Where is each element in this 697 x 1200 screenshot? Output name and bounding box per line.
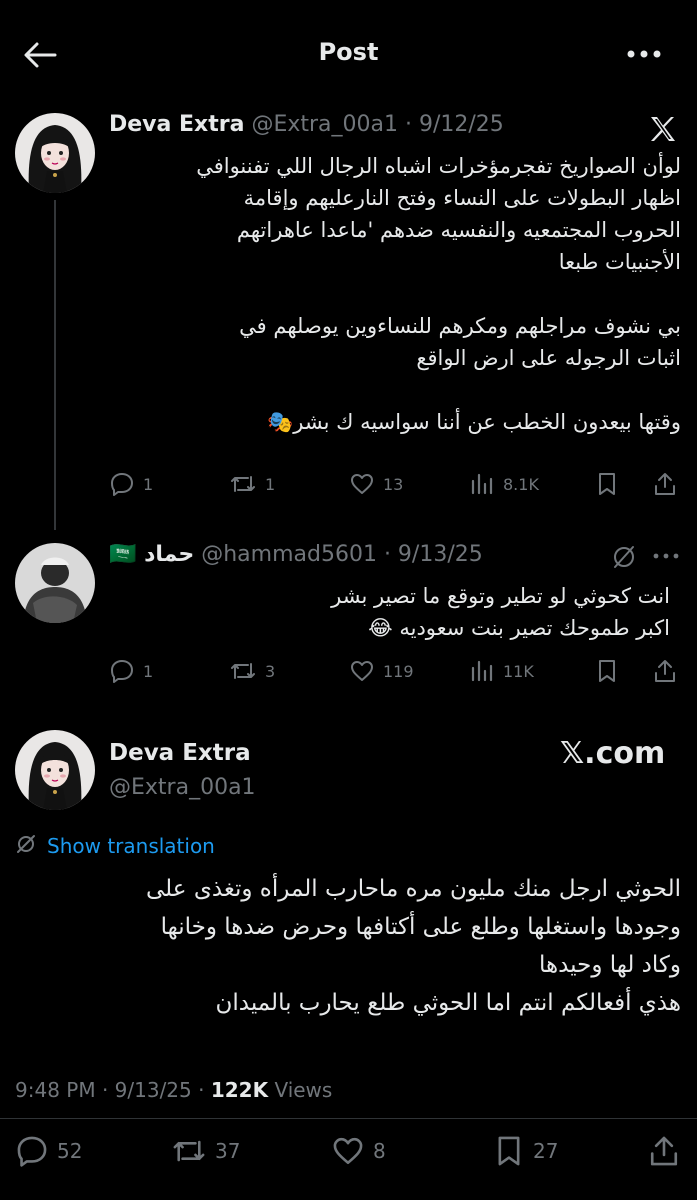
display-name[interactable]: Deva Extra — [109, 112, 244, 137]
like-count: 13 — [383, 474, 404, 494]
more-options-icon[interactable] — [624, 44, 664, 64]
reply-count: 52 — [57, 1139, 83, 1163]
action-bar: 1 3 119 11K — [109, 658, 679, 688]
repost-button[interactable]: 3 — [229, 658, 275, 684]
top-bar: Post — [0, 0, 697, 92]
heart-icon — [349, 471, 375, 497]
avatar[interactable] — [15, 730, 95, 810]
handle-date[interactable]: @Extra_00a1 · 9/12/25 — [251, 112, 503, 137]
bookmark-icon — [493, 1134, 525, 1168]
page-title: Post — [318, 38, 379, 66]
reply-icon — [109, 658, 135, 684]
views-icon — [469, 658, 495, 684]
timestamp[interactable]: 9:48 PM · 9/13/25 · — [15, 1078, 211, 1102]
share-button[interactable] — [652, 471, 678, 497]
share-button[interactable] — [647, 1134, 681, 1168]
views-count: 122K — [210, 1078, 269, 1102]
repost-count: 1 — [265, 474, 276, 494]
flag-icon: 🇸🇦 — [109, 542, 137, 567]
bookmark-icon — [595, 658, 619, 684]
views-count: 8.1K — [503, 474, 539, 494]
display-name[interactable]: Deva Extra — [109, 740, 251, 766]
like-button[interactable]: 8 — [331, 1134, 386, 1168]
watermark-logo: 𝕏.com — [560, 736, 666, 771]
reply-button[interactable]: 52 — [15, 1134, 82, 1168]
handle[interactable]: @Extra_00a1 — [109, 775, 256, 800]
repost-icon — [171, 1134, 207, 1168]
bookmark-button[interactable] — [595, 471, 619, 497]
reply-icon — [15, 1134, 49, 1168]
bookmark-button[interactable] — [595, 658, 619, 684]
bookmark-button[interactable]: 27 — [493, 1134, 558, 1168]
tweet-text: انت كحوثي لو تطير وتوقع ما تصير بشر اكبر… — [331, 584, 670, 640]
reply-icon — [109, 471, 135, 497]
avatar[interactable] — [15, 543, 95, 623]
repost-icon — [229, 471, 257, 497]
like-count: 119 — [383, 661, 414, 681]
show-translation-label: Show translation — [47, 834, 215, 858]
repost-count: 37 — [215, 1139, 241, 1163]
repost-count: 3 — [265, 661, 276, 681]
x-logo-icon — [648, 114, 678, 148]
thread-line — [54, 200, 56, 530]
handle-date[interactable]: @hammad5601 · 9/13/25 — [201, 542, 483, 567]
tweet-header: Deva Extra @Extra_00a1 · 9/12/25 — [109, 112, 504, 137]
main-tweet-text: الحوثي ارجل منك مليون مره ماحارب المرأه … — [146, 876, 681, 1016]
share-icon — [652, 658, 678, 684]
views-button[interactable]: 11K — [469, 658, 534, 684]
tweet-meta: 9:48 PM · 9/13/25 · 122K Views — [15, 1078, 332, 1102]
bookmark-count: 27 — [533, 1139, 559, 1163]
grok-icon[interactable] — [610, 544, 638, 574]
views-icon — [469, 471, 495, 497]
heart-icon — [331, 1134, 365, 1168]
action-bar: 1 1 13 8.1K — [109, 471, 679, 501]
main-action-bar: 52 37 8 27 — [15, 1134, 685, 1170]
repost-button[interactable]: 1 — [229, 471, 275, 497]
like-button[interactable]: 13 — [349, 471, 403, 497]
like-button[interactable]: 119 — [349, 658, 414, 684]
views-label: Views — [268, 1078, 333, 1102]
bookmark-icon — [595, 471, 619, 497]
avatar[interactable] — [15, 113, 95, 193]
reply-count: 1 — [143, 661, 154, 681]
more-options-icon[interactable] — [652, 548, 680, 567]
translate-icon — [15, 833, 37, 859]
repost-button[interactable]: 37 — [171, 1134, 240, 1168]
reply-count: 1 — [143, 474, 154, 494]
share-icon — [647, 1134, 681, 1168]
share-icon — [652, 471, 678, 497]
tweet-header: 🇸🇦 حماد @hammad5601 · 9/13/25 — [109, 542, 483, 567]
divider — [0, 1118, 697, 1119]
views-button[interactable]: 8.1K — [469, 471, 539, 497]
share-button[interactable] — [652, 658, 678, 684]
tweet-text: لوأن الصواريخ تفجرمؤخرات اشباه الرجال ال… — [196, 154, 681, 434]
reply-button[interactable]: 1 — [109, 658, 153, 684]
repost-icon — [229, 658, 257, 684]
like-count: 8 — [373, 1139, 386, 1163]
reply-button[interactable]: 1 — [109, 471, 153, 497]
display-name[interactable]: 🇸🇦 حماد — [109, 542, 194, 567]
show-translation-link[interactable]: Show translation — [15, 833, 215, 859]
views-count: 11K — [503, 661, 534, 681]
heart-icon — [349, 658, 375, 684]
